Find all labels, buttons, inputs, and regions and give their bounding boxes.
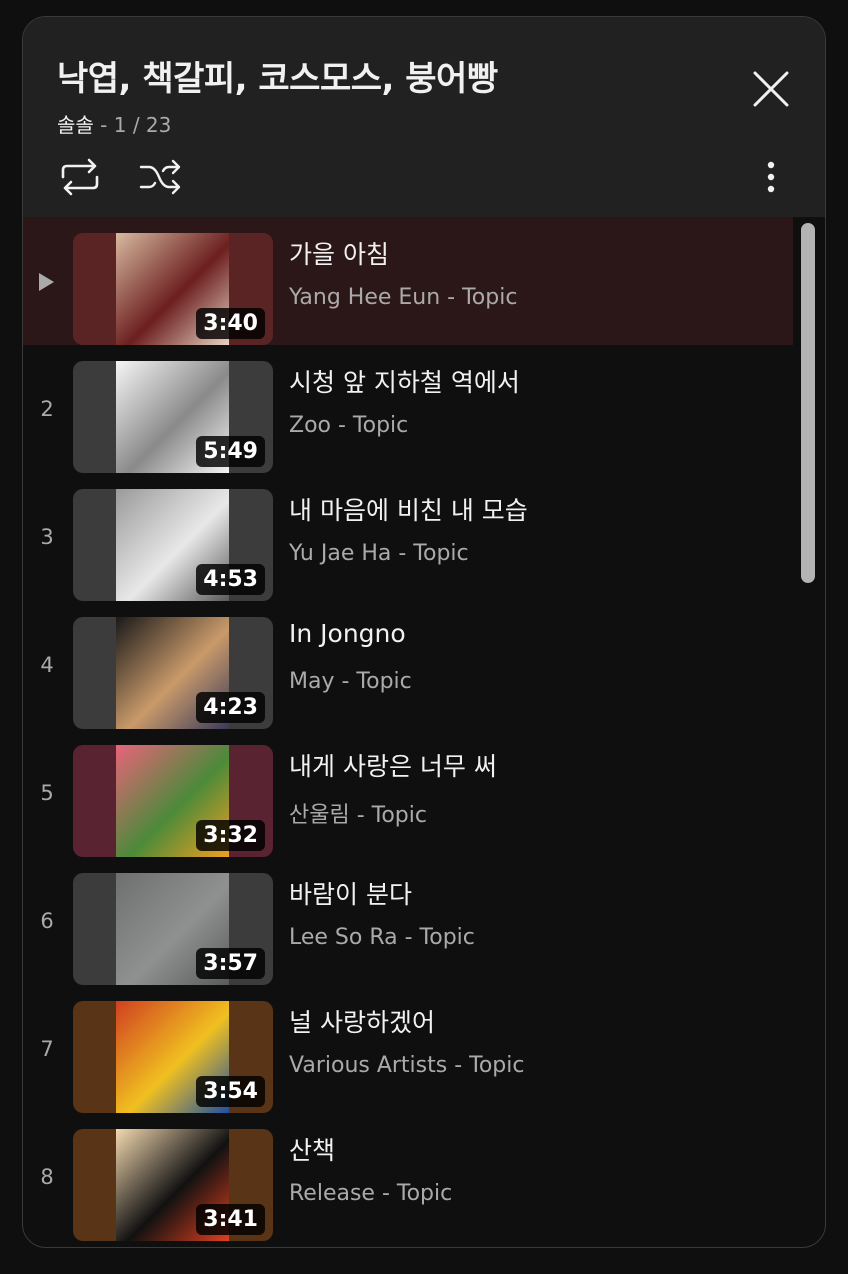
track-index: 4 <box>40 653 54 677</box>
more-options-button[interactable] <box>759 157 783 197</box>
loop-icon <box>61 158 99 196</box>
playlist-position: - 1 / 23 <box>93 113 172 137</box>
playlist-owner[interactable]: 솔솔 <box>57 113 94 137</box>
track-thumbnail[interactable]: 4:53 <box>73 489 273 601</box>
track-title[interactable]: 가을 아침 <box>289 235 389 271</box>
track-thumbnail[interactable]: 4:23 <box>73 617 273 729</box>
shuffle-icon <box>139 159 181 195</box>
scrollbar[interactable] <box>801 223 815 583</box>
track-index: 5 <box>40 781 54 805</box>
duration-badge: 4:23 <box>196 692 265 723</box>
playlist-track-row[interactable]: 2 5:49 시청 앞 지하철 역에서 Zoo - Topic <box>23 345 793 473</box>
duration-badge: 3:54 <box>196 1076 265 1107</box>
duration-badge: 5:49 <box>196 436 265 467</box>
playlist-track-row[interactable]: 4 4:23 In Jongno May - Topic <box>23 601 793 729</box>
playlist-track-row[interactable]: 7 3:54 널 사랑하겠어 Various Artists - Topic <box>23 985 793 1113</box>
playlist-panel: 낙엽, 책갈피, 코스모스, 붕어빵 솔솔 - 1 / 23 3:40 가을 아… <box>22 16 826 1248</box>
track-artist[interactable]: Release - Topic <box>289 1181 452 1206</box>
duration-badge: 4:53 <box>196 564 265 595</box>
track-thumbnail[interactable]: 3:41 <box>73 1129 273 1241</box>
close-button[interactable] <box>751 69 791 109</box>
track-index: 7 <box>40 1037 54 1061</box>
track-list: 3:40 가을 아침 Yang Hee Eun - Topic 2 5:49 시청 앞 지… <box>23 217 793 1247</box>
track-index: 8 <box>40 1165 54 1189</box>
track-title[interactable]: 시청 앞 지하철 역에서 <box>289 363 520 399</box>
duration-badge: 3:32 <box>196 820 265 851</box>
track-artist[interactable]: Various Artists - Topic <box>289 1053 524 1078</box>
playlist-title: 낙엽, 책갈피, 코스모스, 붕어빵 <box>57 59 498 99</box>
play-arrow-icon <box>39 273 54 291</box>
track-thumbnail[interactable]: 3:54 <box>73 1001 273 1113</box>
loop-button[interactable] <box>57 157 103 197</box>
track-index: 3 <box>40 525 54 549</box>
duration-badge: 3:57 <box>196 948 265 979</box>
track-index: 6 <box>40 909 54 933</box>
playlist-track-row[interactable]: 8 3:41 산책 Release - Topic <box>23 1113 793 1241</box>
track-thumbnail[interactable]: 3:57 <box>73 873 273 985</box>
track-title[interactable]: 내게 사랑은 너무 써 <box>289 747 497 783</box>
track-artist[interactable]: 산울림 - Topic <box>289 797 427 829</box>
playlist-track-row[interactable]: 3 4:53 내 마음에 비친 내 모습 Yu Jae Ha - Topic <box>23 473 793 601</box>
close-icon <box>753 71 789 107</box>
playlist-track-row[interactable]: 6 3:57 바람이 분다 Lee So Ra - Topic <box>23 857 793 985</box>
track-title[interactable]: 널 사랑하겠어 <box>289 1003 435 1039</box>
duration-badge: 3:40 <box>196 308 265 339</box>
track-artist[interactable]: Yang Hee Eun - Topic <box>289 285 517 310</box>
track-artist[interactable]: May - Topic <box>289 669 412 694</box>
track-artist[interactable]: Zoo - Topic <box>289 413 408 438</box>
playlist-track-row[interactable]: 3:40 가을 아침 Yang Hee Eun - Topic <box>23 217 793 345</box>
duration-badge: 3:41 <box>196 1204 265 1235</box>
track-title[interactable]: 산책 <box>289 1131 335 1167</box>
playlist-header: 낙엽, 책갈피, 코스모스, 붕어빵 솔솔 - 1 / 23 <box>23 17 825 217</box>
track-title[interactable]: In Jongno <box>289 619 406 648</box>
track-thumbnail[interactable]: 3:32 <box>73 745 273 857</box>
track-artist[interactable]: Yu Jae Ha - Topic <box>289 541 469 566</box>
track-thumbnail[interactable]: 3:40 <box>73 233 273 345</box>
track-index: 2 <box>40 397 54 421</box>
more-vert-icon <box>767 161 775 193</box>
shuffle-button[interactable] <box>137 157 183 197</box>
track-thumbnail[interactable]: 5:49 <box>73 361 273 473</box>
track-title[interactable]: 바람이 분다 <box>289 875 412 911</box>
playlist-subtitle: 솔솔 - 1 / 23 <box>57 109 171 138</box>
playlist-track-row[interactable]: 5 3:32 내게 사랑은 너무 써산울림 - Topic <box>23 729 793 857</box>
track-title[interactable]: 내 마음에 비친 내 모습 <box>289 491 528 527</box>
track-artist[interactable]: Lee So Ra - Topic <box>289 925 475 950</box>
